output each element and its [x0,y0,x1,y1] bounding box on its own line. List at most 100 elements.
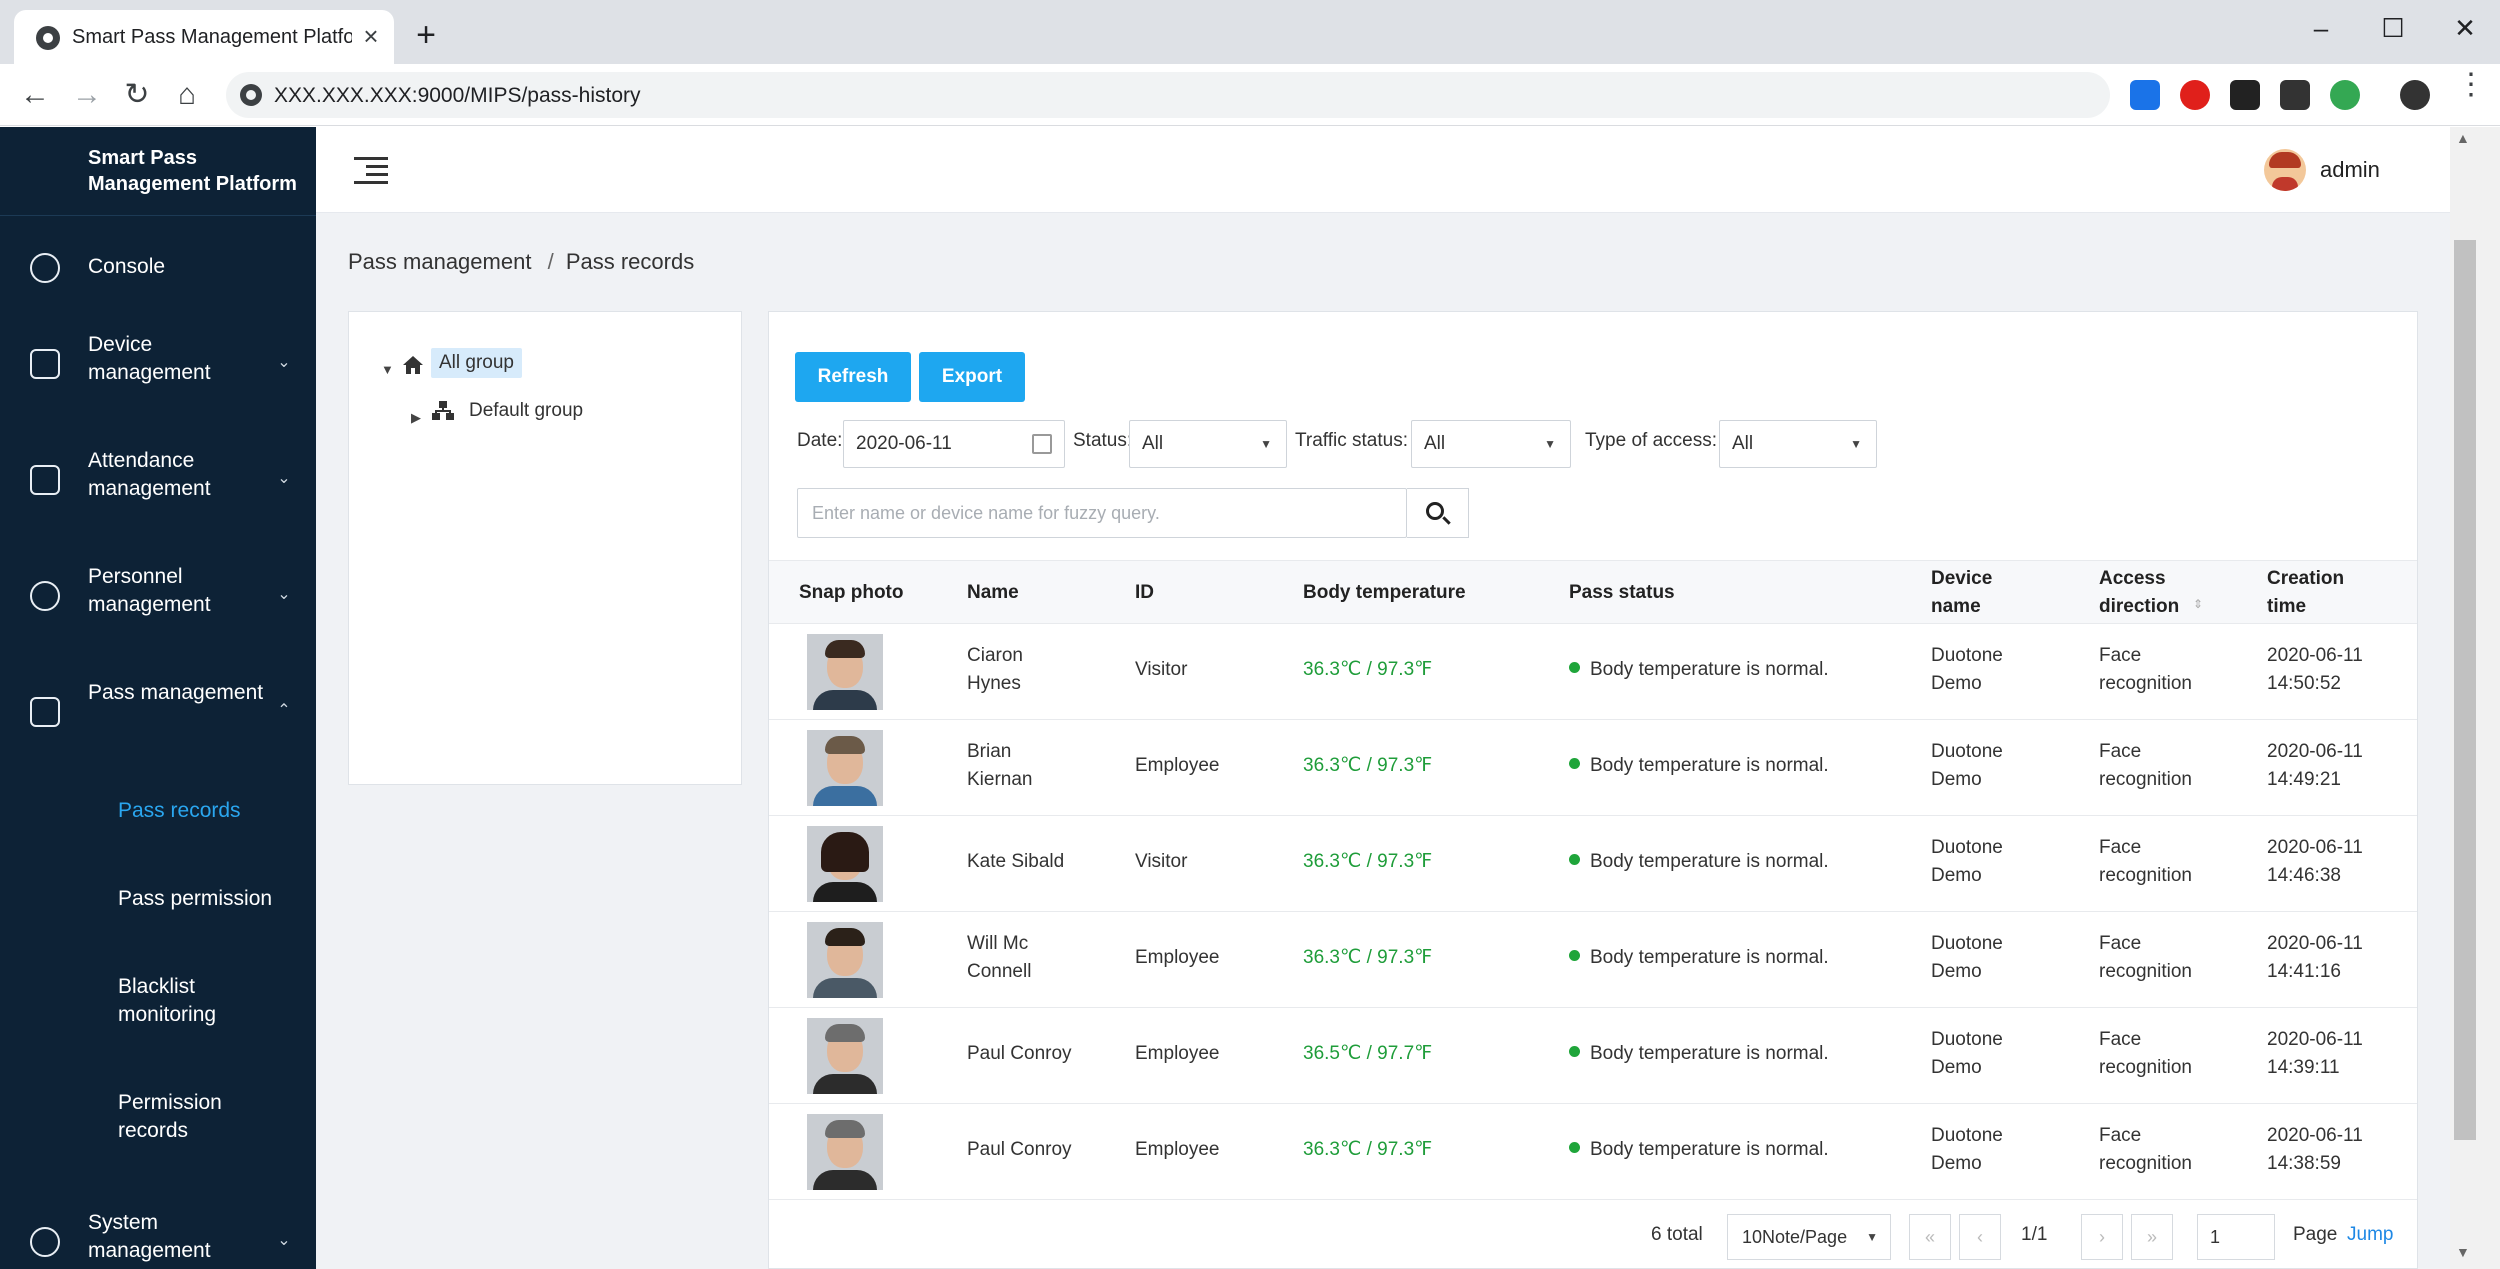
forward-icon[interactable]: → [66,74,108,116]
caret-down-icon: ▼ [1866,1230,1878,1244]
snap-photo[interactable] [807,826,883,902]
scroll-down-icon[interactable]: ▼ [2456,1244,2470,1260]
snap-photo[interactable] [807,634,883,710]
calendar-icon [30,465,60,495]
cell-access-direction: Face recognition [2099,1125,2192,1174]
cell-temperature: 36.3℃ / 97.3℉ [1303,1139,1433,1160]
cell-pass-status: Body temperature is normal. [1590,659,1829,680]
caret-down-icon[interactable]: ▼ [381,362,394,377]
snap-photo[interactable] [807,1018,883,1094]
chevron-down-icon: ⌄ [277,586,291,603]
tree-node-all-group[interactable]: All group [431,348,522,378]
caret-down-icon: ▼ [1260,437,1272,451]
status-dot [1569,662,1580,674]
cell-pass-status: Body temperature is normal. [1590,851,1829,872]
last-page-button[interactable]: » [2131,1214,2173,1260]
cell-pass-status: Body temperature is normal. [1590,1139,1829,1160]
close-tab-icon[interactable]: × [354,19,388,53]
status-dot [1569,1046,1580,1058]
header-id: ID [1135,582,1154,603]
status-select[interactable]: All ▼ [1129,420,1287,468]
top-header: admin [316,127,2450,213]
search-button[interactable] [1407,488,1469,538]
header-access-direction[interactable]: Access direction [2099,565,2189,621]
table-row[interactable]: Brian Kiernan Employee 36.3℃ / 97.3℉ Bod… [769,720,2417,816]
date-picker[interactable]: 2020-06-11 [843,420,1065,468]
cell-name: Paul Conroy [967,1139,1072,1160]
table-row[interactable]: Kate Sibald Visitor 36.3℃ / 97.3℉ Body t… [769,816,2417,912]
snap-photo[interactable] [807,922,883,998]
new-tab-button[interactable]: + [408,18,444,54]
pass-icon [30,697,60,727]
table-row[interactable]: Paul Conroy Employee 36.5℃ / 97.7℉ Body … [769,1008,2417,1104]
avatar[interactable] [2264,149,2306,191]
next-page-button[interactable]: › [2081,1214,2123,1260]
back-icon[interactable]: ← [14,74,56,116]
collapse-menu-icon[interactable] [354,153,388,187]
goto-page-input[interactable]: 1 [2197,1214,2275,1260]
status-dot [1569,1142,1580,1154]
minimize-icon[interactable]: – [2296,8,2346,48]
home-icon[interactable]: ⌂ [166,74,208,116]
prev-page-button[interactable]: ‹ [1959,1214,2001,1260]
close-window-icon[interactable]: ✕ [2440,8,2490,48]
sidebar-subitem-permission-records[interactable]: Permission records [118,1089,268,1145]
search-input[interactable] [798,489,1406,537]
reload-icon[interactable]: ↻ [116,74,158,116]
cell-creation-time: 2020-06-11 14:49:21 [2267,741,2363,790]
pagination: 6 total 10Note/Page ▼ « ‹ 1/1 › » 1 Page… [769,1204,2417,1268]
grammarly-icon[interactable] [2330,80,2360,110]
caret-down-icon: ▼ [1544,437,1556,451]
tree-node-default-group[interactable]: Default group [461,396,591,426]
access-type-label: Type of access: [1585,430,1718,451]
cell-access-direction: Face recognition [2099,837,2192,886]
table-row[interactable]: Paul Conroy Employee 36.3℃ / 97.3℉ Body … [769,1104,2417,1200]
home-icon [401,354,425,376]
cell-name: Kate Sibald [967,851,1065,872]
chevron-down-icon: ⌄ [277,354,291,371]
sidebar-subitem-pass-records[interactable]: Pass records [118,797,298,825]
access-type-select[interactable]: All ▼ [1719,420,1877,468]
table-row[interactable]: Ciaron Hynes Visitor 36.3℃ / 97.3℉ Body … [769,624,2417,720]
export-button[interactable]: Export [919,352,1025,402]
sidebar-subitem-pass-permission[interactable]: Pass permission [118,885,298,913]
sidebar-subitem-blacklist-monitoring[interactable]: Blacklist monitoring [118,973,268,1029]
table-row[interactable]: Will Mc Connell Employee 36.3℃ / 97.3℉ B… [769,912,2417,1008]
opera-icon[interactable] [2180,80,2210,110]
scroll-up-icon[interactable]: ▲ [2456,130,2470,146]
username[interactable]: admin [2320,157,2380,183]
extension-icon[interactable] [2280,80,2310,110]
sidebar: Smart Pass Management Platform Console D… [0,127,316,1269]
browser-toolbar: ← → ↻ ⌂ XXX.XXX.XXX:9000/MIPS/pass-histo… [0,64,2500,126]
maximize-icon[interactable]: ☐ [2368,8,2418,48]
page-size-select[interactable]: 10Note/Page ▼ [1727,1214,1891,1260]
sidebar-item-attendance-management[interactable]: Attendance management ⌄ [0,443,316,517]
sort-icon[interactable]: ⇕ [2193,597,2203,611]
sidebar-item-console[interactable]: Console [0,239,316,295]
sidebar-item-device-management[interactable]: Device management ⌄ [0,327,316,401]
browser-tab[interactable]: Smart Pass Management Platform × [14,10,394,64]
extension-icon[interactable] [2130,80,2160,110]
refresh-button[interactable]: Refresh [795,352,911,402]
address-bar[interactable]: XXX.XXX.XXX:9000/MIPS/pass-history [226,72,2110,118]
caret-right-icon[interactable]: ▶ [411,410,421,426]
sidebar-item-personnel-management[interactable]: Personnel management ⌄ [0,559,316,633]
jump-link[interactable]: Jump [2347,1224,2393,1246]
first-page-button[interactable]: « [1909,1214,1951,1260]
scrollbar-thumb[interactable] [2454,240,2476,1140]
rss-icon[interactable] [2230,80,2260,110]
snap-photo[interactable] [807,730,883,806]
site-info-icon[interactable] [240,84,262,106]
sidebar-item-pass-management[interactable]: Pass management ⌃ [0,675,316,749]
traffic-status-select[interactable]: All ▼ [1411,420,1571,468]
cell-name: Paul Conroy [967,1043,1072,1064]
breadcrumb: Pass management / Pass records [348,249,694,275]
total-count: 6 total [1651,1224,1703,1245]
cell-access-direction: Face recognition [2099,1029,2192,1078]
sidebar-item-system-management[interactable]: System management ⌄ [0,1205,316,1265]
profile-icon[interactable] [2400,80,2430,110]
snap-photo[interactable] [807,1114,883,1190]
breadcrumb-parent[interactable]: Pass management [348,249,531,274]
menu-icon[interactable]: ⋮ [2450,64,2492,106]
cell-access-direction: Face recognition [2099,933,2192,982]
